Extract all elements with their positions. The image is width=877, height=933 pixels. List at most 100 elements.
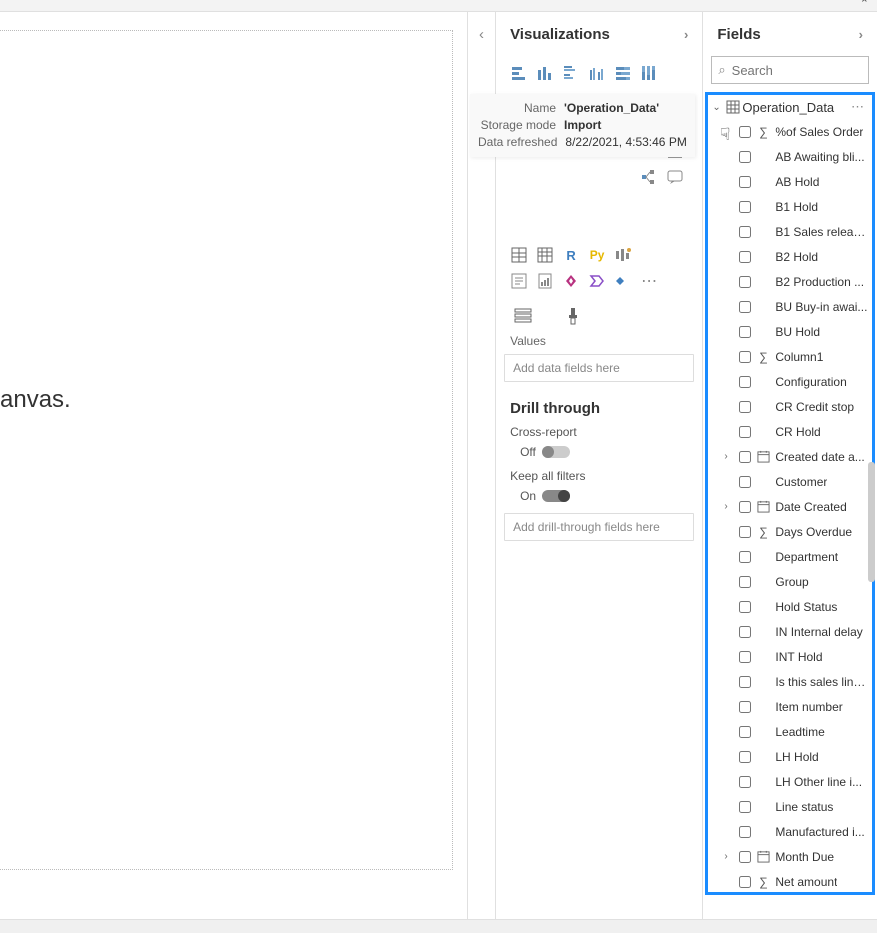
field-checkbox[interactable]	[739, 651, 751, 663]
field-item[interactable]: IN Internal delay	[708, 619, 872, 644]
field-item[interactable]: LH Other line i...	[708, 769, 872, 794]
stacked-column-icon[interactable]	[534, 62, 556, 84]
field-item[interactable]: ›Created date a...	[708, 444, 872, 469]
collapse-fields-icon[interactable]: ›	[859, 27, 863, 42]
field-checkbox[interactable]	[739, 726, 751, 738]
cross-report-toggle[interactable]: Off	[520, 445, 570, 459]
get-more-visuals-icon[interactable]	[612, 270, 634, 292]
field-checkbox[interactable]	[739, 226, 751, 238]
field-checkbox[interactable]	[739, 826, 751, 838]
field-checkbox[interactable]	[739, 701, 751, 713]
field-checkbox[interactable]	[739, 401, 751, 413]
canvas-page[interactable]: anvas.	[0, 30, 453, 870]
field-checkbox[interactable]	[739, 251, 751, 263]
clustered-column-icon[interactable]	[586, 62, 608, 84]
field-checkbox[interactable]	[739, 576, 751, 588]
key-influencers-icon[interactable]	[612, 244, 634, 266]
field-checkbox[interactable]	[739, 626, 751, 638]
expand-field-icon[interactable]: ›	[724, 451, 734, 462]
stacked-bar-icon[interactable]	[508, 62, 530, 84]
field-item[interactable]: Customer	[708, 469, 872, 494]
field-checkbox[interactable]	[739, 126, 751, 138]
power-apps-icon[interactable]	[560, 270, 582, 292]
collapse-viz-icon[interactable]: ›	[684, 27, 688, 42]
qa-visual-icon[interactable]	[664, 166, 686, 188]
field-item[interactable]: Hold Status	[708, 594, 872, 619]
field-item[interactable]: ∑Net amount	[708, 869, 872, 894]
field-item[interactable]: INT Hold	[708, 644, 872, 669]
field-item[interactable]: B2 Hold	[708, 244, 872, 269]
field-item[interactable]: Leadtime	[708, 719, 872, 744]
table-icon[interactable]	[508, 244, 530, 266]
expand-table-icon[interactable]: ⌄	[712, 102, 724, 113]
field-item[interactable]: B1 Hold	[708, 194, 872, 219]
fields-search[interactable]: ⌕	[711, 56, 869, 84]
field-checkbox[interactable]	[739, 276, 751, 288]
field-checkbox[interactable]	[739, 376, 751, 388]
field-checkbox[interactable]	[739, 301, 751, 313]
fields-tab-icon[interactable]	[510, 304, 536, 326]
field-checkbox[interactable]	[739, 451, 751, 463]
field-item[interactable]: LH Hold	[708, 744, 872, 769]
field-item[interactable]: B1 Sales releas...	[708, 219, 872, 244]
field-checkbox[interactable]	[739, 201, 751, 213]
field-item[interactable]: Manufactured i...	[708, 819, 872, 844]
field-item[interactable]: Line status	[708, 794, 872, 819]
field-checkbox[interactable]	[739, 426, 751, 438]
field-item[interactable]: BU Hold	[708, 319, 872, 344]
python-visual-icon[interactable]: Py	[586, 244, 608, 266]
fields-scrollbar[interactable]	[868, 462, 875, 582]
table-node[interactable]: ⌄ Operation_Data ⋯	[708, 95, 872, 119]
field-checkbox[interactable]	[739, 176, 751, 188]
table-more-icon[interactable]: ⋯	[847, 99, 868, 115]
power-automate-icon[interactable]	[586, 270, 608, 292]
field-checkbox[interactable]	[739, 501, 751, 513]
r-visual-icon[interactable]: R	[560, 244, 582, 266]
matrix-icon[interactable]	[534, 244, 556, 266]
field-item[interactable]: CR Hold	[708, 419, 872, 444]
field-checkbox[interactable]	[739, 676, 751, 688]
keep-filters-toggle[interactable]: On	[520, 489, 570, 503]
field-checkbox[interactable]	[739, 526, 751, 538]
field-item[interactable]: AB Awaiting bli...	[708, 144, 872, 169]
format-tab-icon[interactable]	[560, 304, 586, 326]
field-item[interactable]: CR Credit stop	[708, 394, 872, 419]
decomposition-tree-icon[interactable]	[638, 166, 660, 188]
field-item[interactable]: Configuration	[708, 369, 872, 394]
field-item[interactable]: Group	[708, 569, 872, 594]
field-checkbox[interactable]	[739, 151, 751, 163]
expand-filters-icon[interactable]: ‹	[479, 26, 484, 43]
field-checkbox[interactable]	[739, 326, 751, 338]
field-item[interactable]: ∑%of Sales Order	[708, 119, 872, 144]
field-item[interactable]: ∑Days Overdue	[708, 519, 872, 544]
field-checkbox[interactable]	[739, 551, 751, 563]
field-checkbox[interactable]	[739, 476, 751, 488]
field-checkbox[interactable]	[739, 851, 751, 863]
100-stacked-column-icon[interactable]	[638, 62, 660, 84]
more-options-icon[interactable]: ⋯	[638, 270, 660, 292]
paginated-report-icon[interactable]	[534, 270, 556, 292]
collapse-ribbon-icon[interactable]: ⌃	[860, 0, 869, 10]
field-item[interactable]: Department	[708, 544, 872, 569]
100-stacked-bar-icon[interactable]	[612, 62, 634, 84]
field-checkbox[interactable]	[739, 751, 751, 763]
field-item[interactable]: Item number	[708, 694, 872, 719]
report-canvas[interactable]: anvas.	[0, 12, 468, 919]
field-checkbox[interactable]	[739, 351, 751, 363]
clustered-bar-icon[interactable]	[560, 62, 582, 84]
field-item[interactable]: Is this sales line...	[708, 669, 872, 694]
search-input[interactable]	[732, 63, 862, 78]
values-drop-zone[interactable]: Add data fields here	[504, 354, 694, 382]
field-item[interactable]: ›Date Created	[708, 494, 872, 519]
field-checkbox[interactable]	[739, 776, 751, 788]
field-item[interactable]: BU Buy-in awai...	[708, 294, 872, 319]
field-checkbox[interactable]	[739, 876, 751, 888]
expand-field-icon[interactable]: ›	[724, 851, 734, 862]
field-checkbox[interactable]	[739, 601, 751, 613]
field-item[interactable]: ∑Column1	[708, 344, 872, 369]
smart-narrative-icon[interactable]	[508, 270, 530, 292]
field-item[interactable]: AB Hold	[708, 169, 872, 194]
drillthrough-drop-zone[interactable]: Add drill-through fields here	[504, 513, 694, 541]
field-item[interactable]: ›Month Due	[708, 844, 872, 869]
field-item[interactable]: B2 Production ...	[708, 269, 872, 294]
